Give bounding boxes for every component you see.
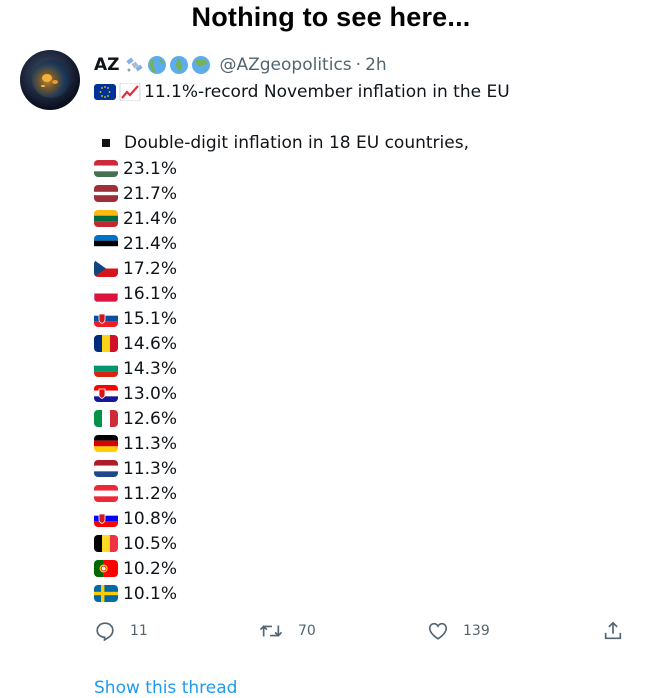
inflation-value: 21.4% bbox=[123, 208, 178, 229]
sweden-flag-icon bbox=[94, 585, 118, 602]
inflation-value: 11.2% bbox=[123, 483, 178, 504]
belgium-flag-icon bbox=[94, 535, 118, 552]
country-row: 17.2% bbox=[94, 256, 177, 281]
country-row: 11.2% bbox=[94, 481, 177, 506]
inflation-value: 23.1% bbox=[123, 158, 178, 179]
retweet-button[interactable]: 70 bbox=[258, 620, 316, 642]
tweet-header: AZ @AZgeopolitics · 2h bbox=[94, 53, 387, 77]
croatia-flag-icon bbox=[94, 385, 118, 402]
country-row: 23.1% bbox=[94, 156, 177, 181]
inflation-value: 14.3% bbox=[123, 358, 178, 379]
country-row: 21.7% bbox=[94, 181, 177, 206]
inflation-value: 15.1% bbox=[123, 308, 178, 329]
like-button[interactable]: 139 bbox=[427, 620, 490, 642]
country-row: 13.0% bbox=[94, 381, 177, 406]
intro-text: Double-digit inflation in 18 EU countrie… bbox=[124, 133, 469, 153]
share-button[interactable] bbox=[602, 620, 638, 642]
country-row: 11.3% bbox=[94, 456, 177, 481]
germany-flag-icon bbox=[94, 435, 118, 452]
handle[interactable]: @AZgeopolitics bbox=[219, 55, 351, 75]
inflation-value: 16.1% bbox=[123, 283, 178, 304]
inflation-value: 11.3% bbox=[123, 433, 178, 454]
slovakia-flag-icon bbox=[94, 310, 118, 327]
country-row: 10.8% bbox=[94, 506, 177, 531]
country-row: 12.6% bbox=[94, 406, 177, 431]
separator-dot: · bbox=[355, 55, 362, 75]
eu-flag-icon bbox=[94, 84, 116, 100]
inflation-value: 17.2% bbox=[123, 258, 178, 279]
italy-flag-icon bbox=[94, 410, 118, 427]
latvia-flag-icon bbox=[94, 185, 118, 202]
austria-flag-icon bbox=[94, 485, 118, 502]
country-list: 23.1% 21.7% 21.4% 21.4% 17.2% 16.1% 15.1% 14.6%… bbox=[94, 156, 177, 606]
portugal-flag-icon bbox=[94, 560, 118, 577]
netherlands-flag-icon bbox=[94, 460, 118, 477]
lithuania-flag-icon bbox=[94, 210, 118, 227]
czechia-flag-icon bbox=[94, 260, 118, 277]
headline-text: 11.1%-record November inflation in the E… bbox=[144, 82, 510, 102]
globe-europe-africa-icon bbox=[170, 56, 189, 74]
like-count: 139 bbox=[463, 623, 490, 639]
show-thread-link[interactable]: Show this thread bbox=[94, 678, 237, 698]
display-name[interactable]: AZ bbox=[94, 55, 119, 75]
inflation-value: 21.4% bbox=[123, 233, 178, 254]
inflation-value: 11.3% bbox=[123, 458, 178, 479]
globe-americas-icon bbox=[148, 56, 167, 74]
inflation-value: 14.6% bbox=[123, 333, 178, 354]
poland-flag-icon bbox=[94, 285, 118, 302]
heart-icon bbox=[428, 622, 448, 640]
country-row: 10.1% bbox=[94, 581, 177, 606]
inflation-value: 10.1% bbox=[123, 583, 178, 604]
reply-button[interactable]: 11 bbox=[94, 620, 148, 642]
country-row: 10.5% bbox=[94, 531, 177, 556]
meme-caption: Nothing to see here... bbox=[191, 2, 471, 32]
tweet-actions: 11 70 139 bbox=[94, 620, 634, 644]
romania-flag-icon bbox=[94, 335, 118, 352]
estonia-flag-icon bbox=[94, 235, 118, 252]
country-row: 11.3% bbox=[94, 431, 177, 456]
share-icon bbox=[604, 621, 622, 640]
inflation-value: 10.8% bbox=[123, 508, 178, 529]
inflation-value: 21.7% bbox=[123, 183, 178, 204]
satellite-icon bbox=[126, 57, 144, 72]
tweet-line-headline: 11.1%-record November inflation in the E… bbox=[94, 80, 510, 104]
globe-asia-icon bbox=[192, 56, 211, 74]
tweet-line-intro: Double-digit inflation in 18 EU countrie… bbox=[94, 131, 469, 155]
inflation-value: 13.0% bbox=[123, 383, 178, 404]
inflation-value: 10.5% bbox=[123, 533, 178, 554]
country-row: 14.6% bbox=[94, 331, 177, 356]
reply-count: 11 bbox=[130, 623, 148, 639]
country-row: 21.4% bbox=[94, 206, 177, 231]
bulgaria-flag-icon bbox=[94, 360, 118, 377]
inflation-value: 12.6% bbox=[123, 408, 178, 429]
timestamp[interactable]: 2h bbox=[365, 55, 387, 75]
retweet-count: 70 bbox=[298, 623, 316, 639]
avatar[interactable] bbox=[20, 50, 80, 110]
reply-icon bbox=[96, 622, 114, 642]
country-row: 21.4% bbox=[94, 231, 177, 256]
black-square-icon bbox=[102, 139, 110, 147]
retweet-icon bbox=[259, 625, 283, 637]
country-row: 10.2% bbox=[94, 556, 177, 581]
country-row: 15.1% bbox=[94, 306, 177, 331]
country-row: 14.3% bbox=[94, 356, 177, 381]
country-row: 16.1% bbox=[94, 281, 177, 306]
inflation-value: 10.2% bbox=[123, 558, 178, 579]
slovenia-flag-icon bbox=[94, 510, 118, 527]
chart-increasing-icon bbox=[119, 83, 141, 101]
hungary-flag-icon bbox=[94, 160, 118, 177]
